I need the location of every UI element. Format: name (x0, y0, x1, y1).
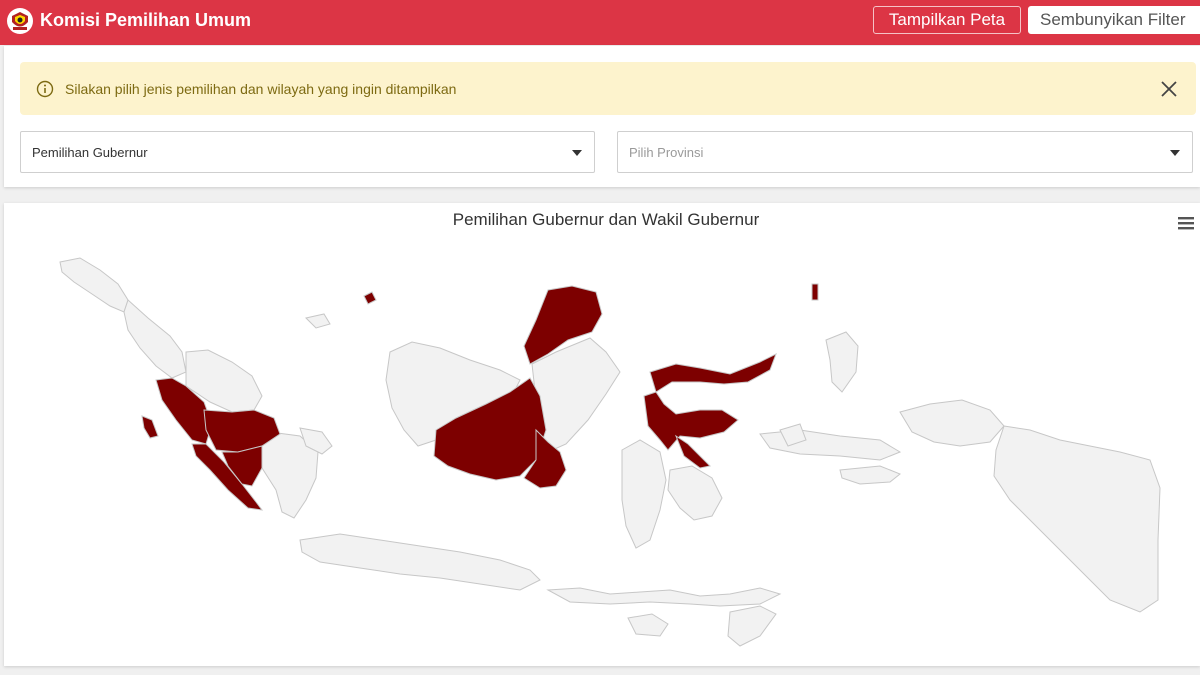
map-region-natuna[interactable] (363, 291, 377, 305)
map-region-sulawesi-selatan[interactable] (621, 439, 667, 549)
map-region-mentawai[interactable] (141, 415, 159, 439)
map-region-sumatera-utara[interactable] (123, 299, 187, 379)
indonesia-map[interactable] (0, 0, 1200, 675)
map-region-papua-barat[interactable] (899, 399, 1005, 447)
map-region-sulawesi-barat[interactable] (674, 434, 712, 469)
map-region-riau-islands[interactable] (305, 313, 331, 329)
map-region-java[interactable] (299, 533, 541, 591)
map-region-aceh[interactable] (59, 257, 129, 313)
map-panel: Pemilihan Gubernur dan Wakil Gubernur (4, 203, 1200, 666)
map-region-timor[interactable] (727, 605, 777, 647)
map-region-seram[interactable] (839, 465, 901, 485)
map-region-sulawesi-tenggara[interactable] (667, 465, 723, 521)
map-region-sulawesi-tengah[interactable] (643, 391, 739, 451)
map-region-maluku[interactable] (759, 429, 902, 461)
map-region-sulawesi-utara[interactable] (649, 352, 777, 393)
map-region-papua[interactable] (993, 425, 1161, 613)
map-region-sangihe[interactable] (811, 283, 819, 301)
map-region-nusa-tenggara[interactable] (546, 587, 782, 607)
map-region-maluku-utara[interactable] (825, 331, 859, 393)
map-region-sumba[interactable] (627, 613, 669, 637)
